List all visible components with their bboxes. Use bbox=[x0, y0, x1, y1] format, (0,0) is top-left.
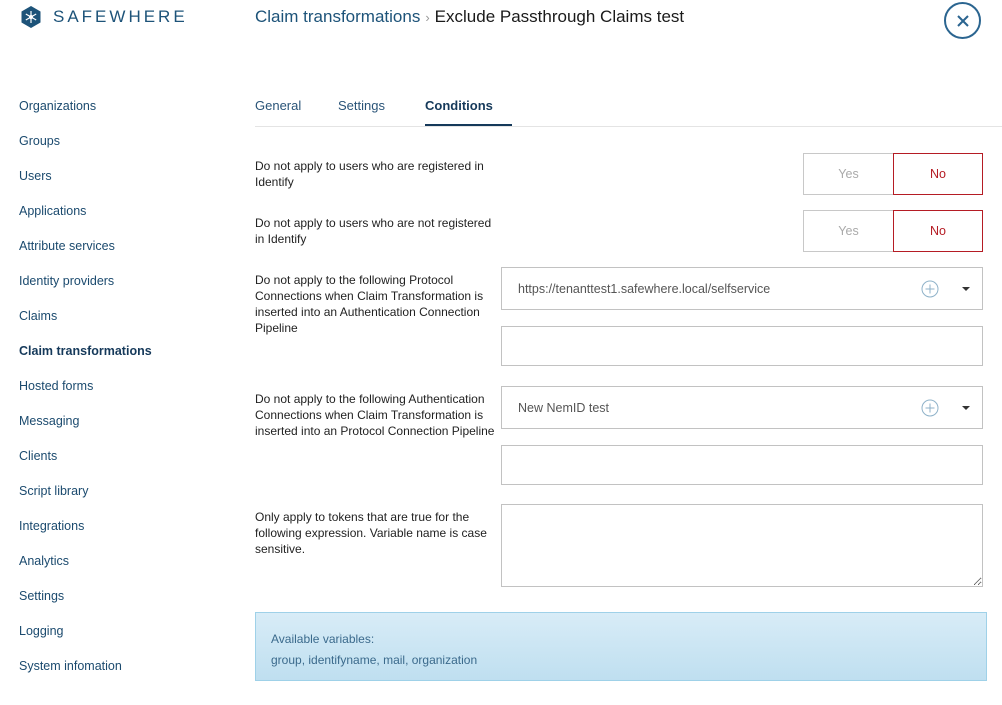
sidebar-item-settings[interactable]: Settings bbox=[19, 587, 152, 622]
sidebar-item-attribute-services[interactable]: Attribute services bbox=[19, 237, 152, 272]
add-icon[interactable] bbox=[921, 399, 939, 417]
available-variables-info: Available variables: group, identifyname… bbox=[255, 612, 987, 681]
sidebar-item-identity-providers[interactable]: Identity providers bbox=[19, 272, 152, 307]
expression-label: Only apply to tokens that are true for t… bbox=[255, 510, 487, 556]
not-registered-users-label: Do not apply to users who are not regist… bbox=[255, 216, 492, 246]
sidebar-item-analytics[interactable]: Analytics bbox=[19, 552, 152, 587]
not-registered-yes-option[interactable]: Yes bbox=[803, 210, 893, 252]
breadcrumb: Claim transformations › Exclude Passthro… bbox=[255, 7, 684, 27]
tab-settings[interactable]: Settings bbox=[338, 97, 385, 126]
sidebar-item-clients[interactable]: Clients bbox=[19, 447, 152, 482]
authentication-connections-select[interactable]: New NemID test bbox=[501, 386, 983, 429]
safewhere-logo[interactable]: SAFEWHERE bbox=[19, 5, 188, 29]
sidebar-item-users[interactable]: Users bbox=[19, 167, 152, 202]
protocol-connections-label: Do not apply to the following Protocol C… bbox=[255, 273, 484, 335]
sidebar-item-groups[interactable]: Groups bbox=[19, 132, 152, 167]
logo-icon bbox=[21, 6, 41, 28]
authentication-connections-list[interactable] bbox=[501, 445, 983, 485]
chevron-down-icon[interactable] bbox=[962, 286, 970, 291]
close-button[interactable] bbox=[944, 2, 981, 39]
breadcrumb-parent-link[interactable]: Claim transformations bbox=[255, 7, 420, 27]
not-registered-users-toggle: Yes No bbox=[803, 210, 983, 252]
protocol-connections-list[interactable] bbox=[501, 326, 983, 366]
sidebar-item-messaging[interactable]: Messaging bbox=[19, 412, 152, 447]
info-title: Available variables: bbox=[271, 632, 375, 646]
sidebar-nav: Organizations Groups Users Applications … bbox=[19, 97, 152, 692]
breadcrumb-separator: › bbox=[425, 9, 430, 25]
sidebar-item-applications[interactable]: Applications bbox=[19, 202, 152, 237]
sidebar-item-logging[interactable]: Logging bbox=[19, 622, 152, 657]
registered-users-toggle: Yes No bbox=[803, 153, 983, 195]
protocol-connections-select[interactable]: https://tenanttest1.safewhere.local/self… bbox=[501, 267, 983, 310]
tab-bar: General Settings Conditions bbox=[255, 97, 1002, 127]
close-icon bbox=[956, 14, 969, 27]
sidebar-item-integrations[interactable]: Integrations bbox=[19, 517, 152, 552]
sidebar-item-claim-transformations[interactable]: Claim transformations bbox=[19, 342, 152, 377]
not-registered-no-option[interactable]: No bbox=[893, 210, 983, 252]
tab-conditions[interactable]: Conditions bbox=[425, 97, 512, 126]
registered-users-label: Do not apply to users who are registered… bbox=[255, 159, 484, 189]
expression-textarea[interactable] bbox=[501, 504, 983, 587]
registered-yes-option[interactable]: Yes bbox=[803, 153, 893, 195]
protocol-connections-value: https://tenanttest1.safewhere.local/self… bbox=[518, 281, 771, 296]
tab-general[interactable]: General bbox=[255, 97, 301, 126]
sidebar-item-claims[interactable]: Claims bbox=[19, 307, 152, 342]
chevron-down-icon[interactable] bbox=[962, 405, 970, 410]
sidebar-item-organizations[interactable]: Organizations bbox=[19, 97, 152, 132]
registered-no-option[interactable]: No bbox=[893, 153, 983, 195]
sidebar-item-script-library[interactable]: Script library bbox=[19, 482, 152, 517]
sidebar-item-system-information[interactable]: System infomation bbox=[19, 657, 152, 692]
page-title: Exclude Passthrough Claims test bbox=[434, 7, 685, 26]
sidebar-item-hosted-forms[interactable]: Hosted forms bbox=[19, 377, 152, 412]
info-variables: group, identifyname, mail, organization bbox=[271, 653, 478, 667]
authentication-connections-label: Do not apply to the following Authentica… bbox=[255, 392, 495, 438]
authentication-connections-value: New NemID test bbox=[518, 400, 609, 415]
add-icon[interactable] bbox=[921, 280, 939, 298]
brand-name: SAFEWHERE bbox=[53, 7, 188, 26]
